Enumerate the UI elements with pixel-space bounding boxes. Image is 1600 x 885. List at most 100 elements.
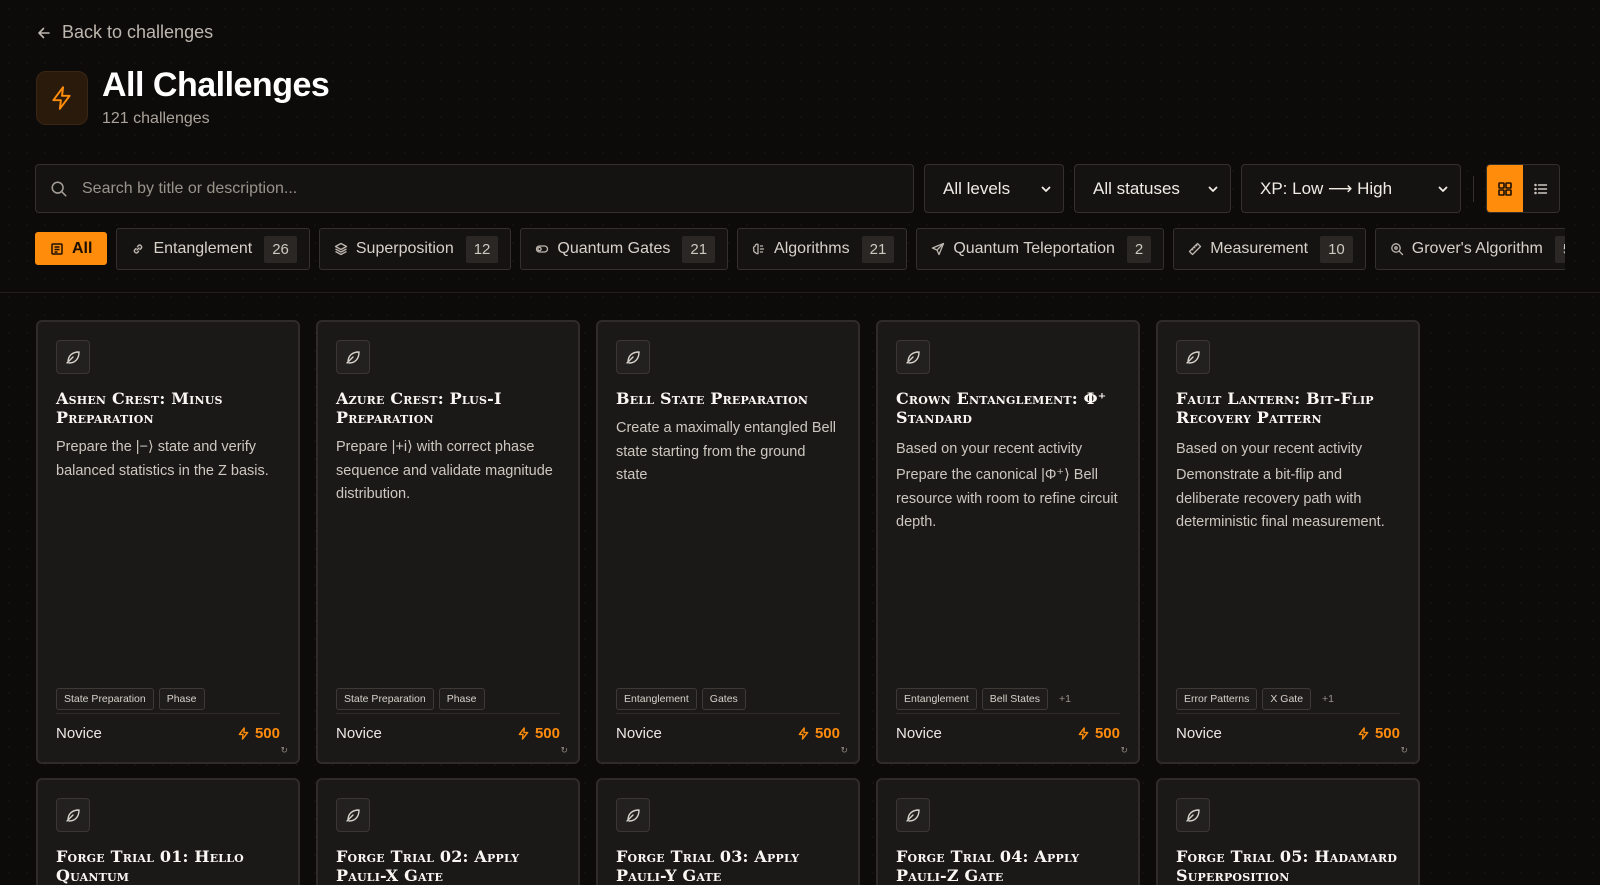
refresh-icon: ↻	[560, 745, 568, 755]
sort-select[interactable]: XP: Low ⟶ High	[1241, 164, 1461, 213]
refresh-icon: ↻	[840, 745, 848, 755]
challenge-card[interactable]: Forge Trial 04: Apply Pauli-Z Gate	[876, 778, 1140, 885]
recommendation-note: Based on your recent activity	[1176, 441, 1363, 457]
lightning-icon	[518, 727, 529, 740]
card-xp-value: 500	[534, 725, 560, 742]
card-tags: State Preparation Phase	[336, 688, 560, 710]
list-icon	[51, 242, 63, 255]
card-footer: Novice 500	[896, 725, 1120, 742]
card-title: Bell State Preparation	[616, 389, 809, 408]
card-footer: Novice 500	[56, 725, 280, 742]
category-chip-superposition[interactable]: Superposition 12	[318, 228, 512, 270]
card-title: Fault Lantern: Bit-Flip Recovery Pattern	[1176, 389, 1374, 427]
card-title: Ashen Crest: Minus Preparation	[56, 389, 223, 427]
search-box[interactable]	[35, 164, 914, 213]
back-link-label: Back to challenges	[62, 22, 214, 42]
card-description: Create a maximally entangled Bell state …	[616, 420, 837, 483]
challenge-card[interactable]: Forge Trial 05: Hadamard Superposition	[1156, 778, 1420, 885]
section-divider	[0, 292, 1600, 293]
card-title: Forge Trial 02: Apply Pauli-X Gate	[336, 847, 520, 885]
card-xp-value: 500	[254, 725, 280, 742]
brain-icon	[752, 243, 765, 255]
challenge-card[interactable]: Forge Trial 03: Apply Pauli-Y Gate	[596, 778, 860, 885]
list-view-button[interactable]	[1523, 165, 1559, 212]
challenge-count: 121 challenges	[102, 110, 210, 127]
grid-view-button[interactable]	[1487, 165, 1523, 212]
lightning-icon	[1078, 727, 1089, 740]
view-toggle	[1486, 164, 1560, 213]
card-xp: 500	[1077, 725, 1120, 742]
category-chip-label: Grover's Algorithm	[1411, 240, 1543, 257]
lightning-icon	[36, 71, 88, 125]
card-description: Demonstrate a bit-flip and deliberate re…	[1176, 467, 1385, 530]
level-filter-select[interactable]: All levels	[924, 164, 1064, 213]
search-input[interactable]	[82, 179, 899, 198]
card-tag: Entanglement	[616, 688, 697, 710]
card-tags: Entanglement Bell States +1	[896, 688, 1120, 710]
card-xp: 500	[517, 725, 560, 742]
category-chip-label: Quantum Gates	[557, 240, 671, 257]
challenge-card[interactable]: Azure Crest: Plus-I Preparation Prepare …	[316, 320, 580, 764]
category-chip-quantum-gates[interactable]: Quantum Gates 21	[520, 228, 729, 270]
card-description: Prepare the |−⟩ state and verify balance…	[56, 439, 269, 479]
category-chip-count: 26	[264, 235, 297, 263]
card-tag: X Gate	[1262, 688, 1312, 710]
card-xp: 500	[237, 725, 280, 742]
refresh-icon: ↻	[280, 745, 288, 755]
challenge-card[interactable]: Fault Lantern: Bit-Flip Recovery Pattern…	[1156, 320, 1420, 764]
card-tag: Bell States	[981, 688, 1048, 710]
leaf-icon	[896, 340, 930, 374]
card-divider	[336, 713, 560, 714]
challenge-card[interactable]: Forge Trial 01: Hello Quantum	[36, 778, 300, 885]
category-chip-all[interactable]: All	[35, 232, 108, 265]
card-tag: State Preparation	[56, 688, 154, 710]
leaf-icon	[616, 340, 650, 374]
leaf-icon	[1176, 340, 1210, 374]
back-link[interactable]: Back to challenges	[36, 22, 213, 43]
challenge-card[interactable]: Forge Trial 02: Apply Pauli-X Gate	[316, 778, 580, 885]
card-divider	[1176, 713, 1400, 714]
challenge-card[interactable]: Bell State Preparation Create a maximall…	[596, 320, 860, 764]
category-chip-measurement[interactable]: Measurement 10	[1173, 228, 1366, 270]
category-chip-label: Quantum Teleportation	[953, 240, 1115, 257]
category-chip-count: 21	[682, 235, 716, 263]
card-level: Novice	[336, 725, 382, 742]
card-footer: Novice 500	[616, 725, 840, 742]
card-tags: Error Patterns X Gate +1	[1176, 688, 1400, 710]
card-tag: Phase	[438, 688, 485, 710]
page-title: All Challenges	[102, 66, 330, 104]
category-chip-grovers-algorithm[interactable]: Grover's Algorithm 5	[1374, 228, 1565, 270]
category-chip-label: Algorithms	[774, 240, 850, 257]
card-xp-value: 500	[1094, 725, 1120, 742]
category-chip-label: Measurement	[1210, 240, 1309, 257]
send-icon	[932, 242, 945, 256]
layers-icon	[334, 242, 348, 256]
category-chip-label: Superposition	[355, 240, 454, 257]
card-footer: Novice 500	[336, 725, 560, 742]
card-level: Novice	[1176, 725, 1222, 742]
refresh-icon: ↻	[1400, 745, 1408, 755]
category-chip-entanglement[interactable]: Entanglement 26	[116, 228, 310, 270]
card-divider	[896, 713, 1120, 714]
challenge-card[interactable]: Ashen Crest: Minus Preparation Prepare t…	[36, 320, 300, 764]
card-tag: Gates	[701, 688, 746, 710]
challenge-card[interactable]: Crown Entanglement: Φ⁺ Standard Based on…	[876, 320, 1140, 764]
category-chip-quantum-teleportation[interactable]: Quantum Teleportation 2	[916, 228, 1165, 270]
status-filter-select[interactable]: All statuses	[1074, 164, 1231, 213]
more-tags-count: +1	[1059, 693, 1071, 705]
card-description: Prepare |+i⟩ with correct phase sequence…	[336, 439, 553, 502]
card-tag: Entanglement	[896, 688, 977, 710]
toolbar-divider	[1473, 175, 1474, 202]
list-icon	[1534, 183, 1548, 194]
lightning-icon	[238, 727, 249, 740]
category-chip-count: 21	[861, 235, 895, 263]
card-level: Novice	[616, 725, 662, 742]
search-zoom-icon	[1390, 243, 1403, 256]
category-chip-algorithms[interactable]: Algorithms 21	[737, 228, 908, 270]
card-title: Forge Trial 04: Apply Pauli-Z Gate	[896, 847, 1080, 885]
card-tag: Phase	[158, 688, 205, 710]
card-xp: 500	[1357, 725, 1400, 742]
card-title: Crown Entanglement: Φ⁺ Standard	[896, 389, 1107, 427]
category-chip-label: All	[72, 239, 93, 257]
leaf-icon	[616, 798, 650, 832]
